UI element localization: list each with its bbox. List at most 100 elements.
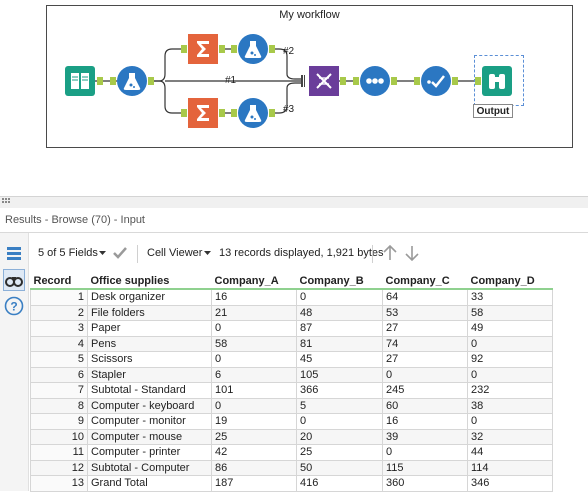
checkmark-icon[interactable] xyxy=(113,247,127,259)
record-number-cell[interactable]: 2 xyxy=(30,304,88,321)
table-cell[interactable]: 0 xyxy=(296,413,383,430)
table-cell[interactable]: 92 xyxy=(467,351,553,368)
table-cell[interactable]: 0 xyxy=(211,320,297,337)
input-book-icon[interactable] xyxy=(65,66,95,96)
union-dna-icon[interactable] xyxy=(309,66,339,96)
table-cell[interactable]: Subtotal - Standard xyxy=(87,382,212,399)
arrow-up-icon[interactable] xyxy=(383,245,397,261)
clean-check-icon[interactable] xyxy=(421,66,451,96)
table-cell[interactable]: 33 xyxy=(467,288,553,306)
cell-viewer-dropdown[interactable]: Cell Viewer xyxy=(147,247,202,259)
list-view-icon[interactable] xyxy=(3,243,25,265)
table-cell[interactable]: Scissors xyxy=(87,351,212,368)
table-cell[interactable]: 114 xyxy=(467,459,553,476)
table-cell[interactable]: 20 xyxy=(296,428,383,445)
chevron-down-icon[interactable] xyxy=(204,251,211,256)
table-cell[interactable]: 232 xyxy=(467,382,553,399)
column-header-company-a[interactable]: Company_A xyxy=(211,273,297,290)
table-row[interactable]: 1 Desk organizer 16 0 64 33 xyxy=(30,288,553,306)
column-header-company-c[interactable]: Company_C xyxy=(382,273,468,290)
table-row[interactable]: 7 Subtotal - Standard 101 366 245 232 xyxy=(30,382,553,399)
table-cell[interactable]: 58 xyxy=(467,304,553,321)
table-row[interactable]: 10 Computer - mouse 25 20 39 32 xyxy=(30,428,553,445)
table-cell[interactable]: 32 xyxy=(467,428,553,445)
table-cell[interactable]: Paper xyxy=(87,320,212,337)
binoculars-view-icon[interactable] xyxy=(3,269,25,291)
formula-flask-icon[interactable] xyxy=(117,66,147,96)
record-number-cell[interactable]: 11 xyxy=(30,444,88,461)
table-cell[interactable]: 5 xyxy=(296,397,383,414)
formula-flask-icon[interactable] xyxy=(238,34,268,64)
table-cell[interactable]: 64 xyxy=(382,288,468,306)
table-cell[interactable]: 366 xyxy=(296,382,383,399)
fields-selector[interactable]: 5 of 5 Fields xyxy=(38,247,98,259)
table-cell[interactable]: 0 xyxy=(467,413,553,430)
table-cell[interactable]: 27 xyxy=(382,320,468,337)
record-number-cell[interactable]: 10 xyxy=(30,428,88,445)
table-cell[interactable]: 16 xyxy=(382,413,468,430)
table-cell[interactable]: Computer - monitor xyxy=(87,413,212,430)
table-cell[interactable]: 58 xyxy=(211,335,297,352)
table-cell[interactable]: Grand Total xyxy=(87,475,212,492)
record-number-cell[interactable]: 4 xyxy=(30,335,88,352)
record-number-cell[interactable]: 12 xyxy=(30,459,88,476)
column-header-company-b[interactable]: Company_B xyxy=(296,273,383,290)
table-cell[interactable]: 245 xyxy=(382,382,468,399)
table-cell[interactable]: 0 xyxy=(382,444,468,461)
table-cell[interactable]: 16 xyxy=(211,288,297,306)
table-cell[interactable]: 44 xyxy=(467,444,553,461)
help-icon[interactable]: ? xyxy=(3,295,25,317)
table-cell[interactable]: 0 xyxy=(467,366,553,383)
workflow-canvas[interactable]: My workflow #2 #1 #3 Output xyxy=(46,5,573,148)
record-number-cell[interactable]: 6 xyxy=(30,366,88,383)
table-cell[interactable]: 21 xyxy=(211,304,297,321)
table-cell[interactable]: Subtotal - Computer xyxy=(87,459,212,476)
table-cell[interactable]: 115 xyxy=(382,459,468,476)
table-row[interactable]: 11 Computer - printer 42 25 0 44 xyxy=(30,444,553,461)
table-cell[interactable]: 81 xyxy=(296,335,383,352)
table-row[interactable]: 8 Computer - keyboard 0 5 60 38 xyxy=(30,397,553,414)
column-header-record[interactable]: Record xyxy=(30,273,88,290)
table-cell[interactable]: 27 xyxy=(382,351,468,368)
column-header-office-supplies[interactable]: Office supplies xyxy=(87,273,212,290)
column-header-company-d[interactable]: Company_D xyxy=(467,273,553,290)
table-cell[interactable]: 39 xyxy=(382,428,468,445)
summarize-sigma-icon[interactable] xyxy=(188,98,218,128)
table-cell[interactable]: 49 xyxy=(467,320,553,337)
table-row[interactable]: 5 Scissors 0 45 27 92 xyxy=(30,351,553,368)
table-cell[interactable]: 101 xyxy=(211,382,297,399)
table-cell[interactable]: 74 xyxy=(382,335,468,352)
summarize-sigma-icon[interactable] xyxy=(188,34,218,64)
table-cell[interactable]: 187 xyxy=(211,475,297,492)
table-cell[interactable]: 25 xyxy=(211,428,297,445)
table-cell[interactable]: 0 xyxy=(296,288,383,306)
record-number-cell[interactable]: 3 xyxy=(30,320,88,337)
table-cell[interactable]: 48 xyxy=(296,304,383,321)
record-number-cell[interactable]: 7 xyxy=(30,382,88,399)
table-cell[interactable]: 38 xyxy=(467,397,553,414)
table-cell[interactable]: Pens xyxy=(87,335,212,352)
table-cell[interactable]: 0 xyxy=(382,366,468,383)
table-cell[interactable]: 19 xyxy=(211,413,297,430)
table-cell[interactable]: 416 xyxy=(296,475,383,492)
record-number-cell[interactable]: 1 xyxy=(30,288,88,306)
table-row[interactable]: 3 Paper 0 87 27 49 xyxy=(30,320,553,337)
table-cell[interactable]: Desk organizer xyxy=(87,288,212,306)
table-row[interactable]: 9 Computer - monitor 19 0 16 0 xyxy=(30,413,553,430)
table-row[interactable]: 13 Grand Total 187 416 360 346 xyxy=(30,475,553,492)
table-cell[interactable]: Computer - mouse xyxy=(87,428,212,445)
table-cell[interactable]: Computer - keyboard xyxy=(87,397,212,414)
browse-binoculars-icon[interactable] xyxy=(482,66,512,96)
table-cell[interactable]: 45 xyxy=(296,351,383,368)
table-cell[interactable]: 87 xyxy=(296,320,383,337)
table-cell[interactable]: 0 xyxy=(211,351,297,368)
table-cell[interactable]: 6 xyxy=(211,366,297,383)
arrow-down-icon[interactable] xyxy=(405,245,419,261)
record-number-cell[interactable]: 5 xyxy=(30,351,88,368)
table-cell[interactable]: 86 xyxy=(211,459,297,476)
formula-flask-icon[interactable] xyxy=(238,98,268,128)
panel-grip-icon[interactable] xyxy=(2,198,10,206)
table-cell[interactable]: File folders xyxy=(87,304,212,321)
table-cell[interactable]: Stapler xyxy=(87,366,212,383)
table-cell[interactable]: 346 xyxy=(467,475,553,492)
